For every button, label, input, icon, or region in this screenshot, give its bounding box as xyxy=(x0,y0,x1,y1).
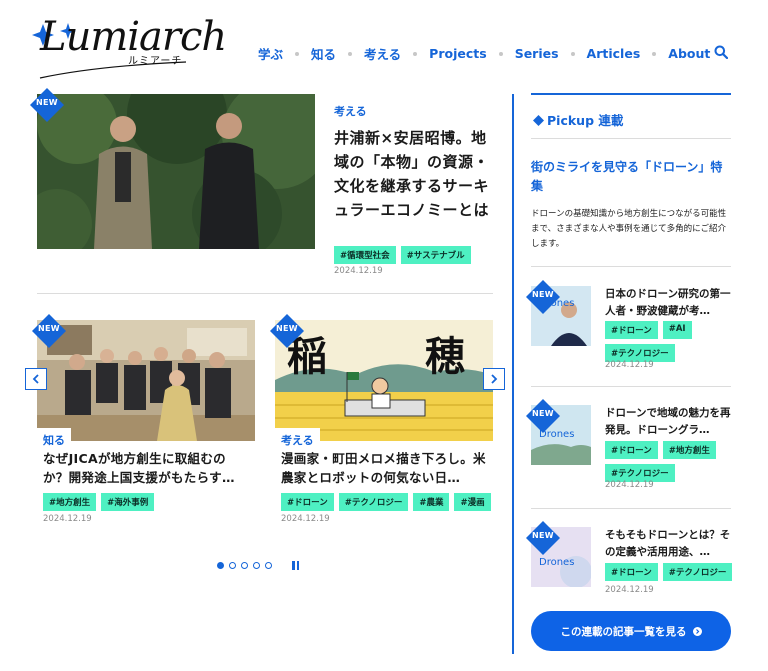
series-item-title[interactable]: 日本のドローン研究の第一人者・野波健蔵が考… xyxy=(605,286,733,320)
search-icon[interactable] xyxy=(714,45,728,59)
card-date: 2024.12.19 xyxy=(281,514,330,524)
new-badge: NEW xyxy=(526,280,560,314)
new-badge: NEW xyxy=(526,521,560,555)
card-image-manga[interactable]: 稲 穂 xyxy=(275,320,493,441)
series-item-date: 2024.12.19 xyxy=(605,480,654,490)
card-title[interactable]: 漫画家・町田メロメ描き下ろし。米農家とロボットの何気ない日… xyxy=(281,449,487,487)
divider xyxy=(531,266,731,267)
featured-tags: #循環型社会 #サステナブル xyxy=(334,246,471,264)
card-category[interactable]: 考える xyxy=(275,428,320,450)
tag[interactable]: #テクノロジー xyxy=(662,563,733,581)
carousel-dot[interactable] xyxy=(253,562,260,569)
tag[interactable]: #ドローン xyxy=(605,563,658,581)
nav-manabu[interactable]: 学ぶ xyxy=(258,44,283,63)
series-item-tags: #ドローン #AI #テクノロジー xyxy=(605,321,733,362)
arrow-circle-icon xyxy=(692,626,702,636)
new-badge: NEW xyxy=(32,314,66,348)
featured-date: 2024.12.19 xyxy=(334,266,383,276)
divider xyxy=(531,386,731,387)
tag[interactable]: #循環型社会 xyxy=(334,246,396,264)
series-item-tags: #ドローン #テクノロジー xyxy=(605,563,745,581)
sidebar-title: Pickup 連載 xyxy=(533,110,623,129)
thumb-label: Drones xyxy=(539,557,574,568)
nav-articles[interactable]: Articles xyxy=(587,46,641,61)
nav-separator xyxy=(498,51,503,56)
divider xyxy=(531,138,731,139)
manga-title-char: 穂 xyxy=(425,333,465,380)
tag[interactable]: #海外事例 xyxy=(101,493,155,511)
tag[interactable]: #漫画 xyxy=(454,493,491,511)
nav-projects[interactable]: Projects xyxy=(429,46,487,61)
nav-series[interactable]: Series xyxy=(515,46,559,61)
chevron-left-icon xyxy=(32,374,39,384)
featured-image[interactable] xyxy=(37,94,315,249)
series-item-date: 2024.12.19 xyxy=(605,360,654,370)
nav-separator xyxy=(570,51,575,56)
tag[interactable]: #ドローン xyxy=(605,441,658,459)
carousel-dot[interactable] xyxy=(265,562,272,569)
pause-icon[interactable] xyxy=(292,561,299,570)
series-item-date: 2024.12.19 xyxy=(605,585,654,595)
new-badge: NEW xyxy=(526,399,560,433)
tag[interactable]: #サステナブル xyxy=(400,246,471,264)
tag[interactable]: #地方創生 xyxy=(662,441,716,459)
chevron-right-icon xyxy=(491,374,498,384)
new-badge: NEW xyxy=(270,314,304,348)
nav-about[interactable]: About xyxy=(668,46,710,61)
series-item-title[interactable]: そもそもドローンとは？その定義や活用用途、… xyxy=(605,527,733,561)
series-list-button[interactable]: この連載の記事一覧を見る xyxy=(531,611,731,651)
logo-kana: ルミアーチ xyxy=(128,56,183,67)
new-badge: NEW xyxy=(30,88,64,122)
nav-separator xyxy=(348,51,353,56)
sidebar-divider xyxy=(512,94,514,654)
tag[interactable]: #テクノロジー xyxy=(338,493,409,511)
carousel-dot[interactable] xyxy=(217,562,224,569)
divider xyxy=(37,293,493,294)
series-title[interactable]: 街のミライを見守る「ドローン」特集 xyxy=(531,158,726,196)
nav-kangaeru[interactable]: 考える xyxy=(364,44,401,63)
card-tags: #地方創生 #海外事例 xyxy=(43,493,155,511)
nav-separator xyxy=(295,51,300,56)
series-item-tags: #ドローン #地方創生 #テクノロジー xyxy=(605,441,733,482)
card-date: 2024.12.19 xyxy=(43,514,92,524)
carousel-dot[interactable] xyxy=(241,562,248,569)
main-nav: 学ぶ 知る 考える Projects Series Articles About xyxy=(258,44,710,63)
sidebar-top-rule xyxy=(531,93,731,95)
diamond-icon xyxy=(533,115,544,126)
series-description: ドローンの基礎知識から地方創生につながる可能性まで、さまざまな人や事例を通じて多… xyxy=(531,209,727,249)
featured-title[interactable]: 井浦新×安居昭博。地域の「本物」の資源・文化を継承するサーキュラーエコノミーとは xyxy=(334,126,494,222)
nav-separator xyxy=(652,51,657,56)
carousel-dots xyxy=(217,562,272,569)
tag[interactable]: #ドローン xyxy=(605,321,658,339)
card-category[interactable]: 知る xyxy=(37,428,71,450)
series-item-title[interactable]: ドローンで地域の魅力を再発見。ドローングラ… xyxy=(605,405,733,439)
nav-shiru[interactable]: 知る xyxy=(311,44,336,63)
nav-separator xyxy=(413,51,418,56)
card-image-jica[interactable] xyxy=(37,320,255,441)
carousel-prev-button[interactable] xyxy=(25,368,47,390)
divider xyxy=(531,508,731,509)
card-tags: #ドローン #テクノロジー #農業 #漫画 xyxy=(281,493,491,511)
tag[interactable]: #農業 xyxy=(413,493,450,511)
carousel-dot[interactable] xyxy=(229,562,236,569)
tag[interactable]: #ドローン xyxy=(281,493,334,511)
tag[interactable]: #地方創生 xyxy=(43,493,97,511)
tag[interactable]: #AI xyxy=(662,321,692,339)
series-list-label: この連載の記事一覧を見る xyxy=(560,625,687,638)
featured-category[interactable]: 考える xyxy=(334,103,367,119)
card-title[interactable]: なぜJICAが地方創生に取組むのか？開発途上国支援がもたらす… xyxy=(43,449,249,487)
carousel-next-button[interactable] xyxy=(483,368,505,390)
